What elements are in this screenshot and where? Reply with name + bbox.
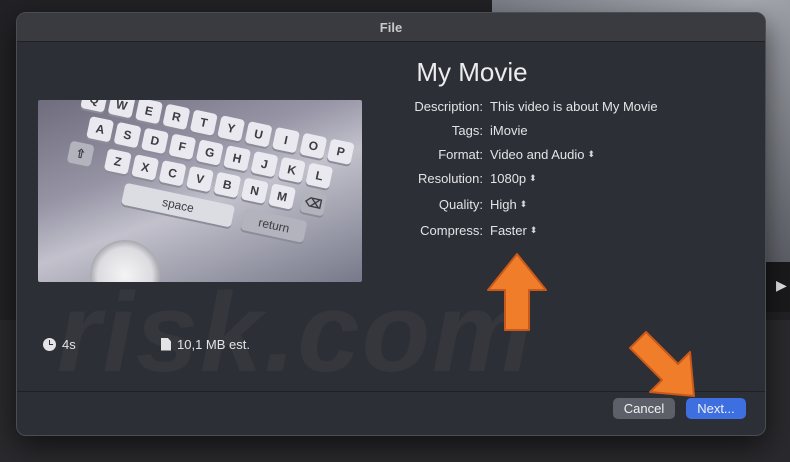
footer-divider (17, 391, 765, 392)
description-label: Description: (414, 98, 483, 114)
chevron-updown-icon: ⬍ (519, 198, 528, 209)
keyboard-key: W (107, 100, 136, 119)
quality-popup[interactable]: High ⬍ (490, 197, 527, 212)
quality-row: Quality: High ⬍ (387, 194, 527, 214)
keyboard-key: U (244, 121, 273, 148)
compress-label: Compress: (420, 222, 483, 238)
tags-row: Tags: iMovie (387, 120, 528, 140)
filesize-info: 10,1 MB est. (161, 335, 250, 353)
movie-title: My Movie (416, 57, 528, 87)
cancel-button[interactable]: Cancel (613, 398, 675, 419)
keyboard-key: A (86, 116, 115, 143)
compress-row: Compress: Faster ⬍ (387, 220, 537, 240)
format-popup[interactable]: Video and Audio ⬍ (490, 147, 595, 162)
keyboard-key: G (195, 139, 224, 166)
keyboard-key: I (271, 126, 300, 154)
description-row: Description: This video is about My Movi… (387, 96, 658, 116)
keyboard-return-key: return (240, 208, 308, 243)
chevron-updown-icon: ⬍ (587, 148, 596, 159)
share-file-dialog: File My Movie QWERTYUIOP ASDFGHJKL ZXCVBNM… (16, 12, 766, 436)
resolution-label: Resolution: (417, 170, 483, 186)
keyboard-image: QWERTYUIOPASDFGHJKLZXCVBNM⇧⌫spacereturn (40, 100, 362, 282)
compress-popup[interactable]: Faster ⬍ (490, 223, 537, 238)
keyboard-key: Y (217, 115, 246, 142)
keyboard-key: C (158, 160, 187, 187)
quality-value: High (490, 196, 517, 212)
duration-value: 4s (62, 336, 76, 352)
video-preview-thumbnail: QWERTYUIOPASDFGHJKLZXCVBNM⇧⌫spacereturn (38, 100, 362, 282)
clock-icon (43, 337, 56, 351)
keyboard-key: F (168, 133, 197, 160)
keyboard-key: L (305, 162, 334, 190)
description-field[interactable]: This video is about My Movie (490, 99, 658, 114)
keyboard-key: X (131, 154, 160, 181)
play-icon[interactable]: ▶ (776, 278, 787, 292)
keyboard-key: H (223, 145, 252, 172)
format-label: Format: (438, 146, 483, 162)
tags-label: Tags: (451, 122, 483, 138)
compress-value: Faster (490, 222, 527, 238)
chevron-updown-icon: ⬍ (529, 172, 537, 183)
keyboard-key: O (299, 132, 328, 160)
keyboard-key: T (189, 109, 218, 136)
keyboard-key: R (162, 103, 191, 131)
keyboard-key: N (240, 177, 269, 204)
keyboard-key: V (185, 165, 215, 193)
quality-label: Quality: (438, 196, 483, 212)
keyboard-key: E (135, 100, 164, 125)
format-value: Video and Audio (490, 146, 585, 162)
keyboard-key: J (250, 150, 279, 178)
resolution-value: 1080p (490, 170, 527, 186)
keyboard-key: B (213, 171, 242, 199)
next-button[interactable]: Next... (686, 398, 746, 419)
keyboard-key: M (268, 183, 297, 210)
keyboard-key: D (140, 127, 169, 155)
format-row: Format: Video and Audio ⬍ (387, 144, 595, 164)
keyboard-key: Z (103, 148, 132, 175)
keyboard-key: S (113, 121, 142, 149)
keyboard-delete-key: ⌫ (299, 189, 328, 217)
keyboard-key: P (326, 138, 355, 166)
resolution-popup[interactable]: 1080p ⬍ (490, 171, 537, 186)
filesize-value: 10,1 MB est. (177, 336, 250, 352)
tags-field[interactable]: iMovie (490, 123, 528, 138)
keyboard-key: K (277, 156, 306, 184)
keyboard-key: Q (80, 100, 109, 113)
keyboard-shift-key: ⇧ (66, 140, 95, 167)
resolution-row: Resolution: 1080p ⬍ (387, 168, 537, 188)
document-icon (161, 337, 171, 351)
watermark-text: risk.com (57, 268, 534, 397)
dialog-titlebar: File (17, 13, 765, 42)
chevron-updown-icon: ⬍ (529, 224, 538, 235)
duration-info: 4s (43, 335, 76, 353)
